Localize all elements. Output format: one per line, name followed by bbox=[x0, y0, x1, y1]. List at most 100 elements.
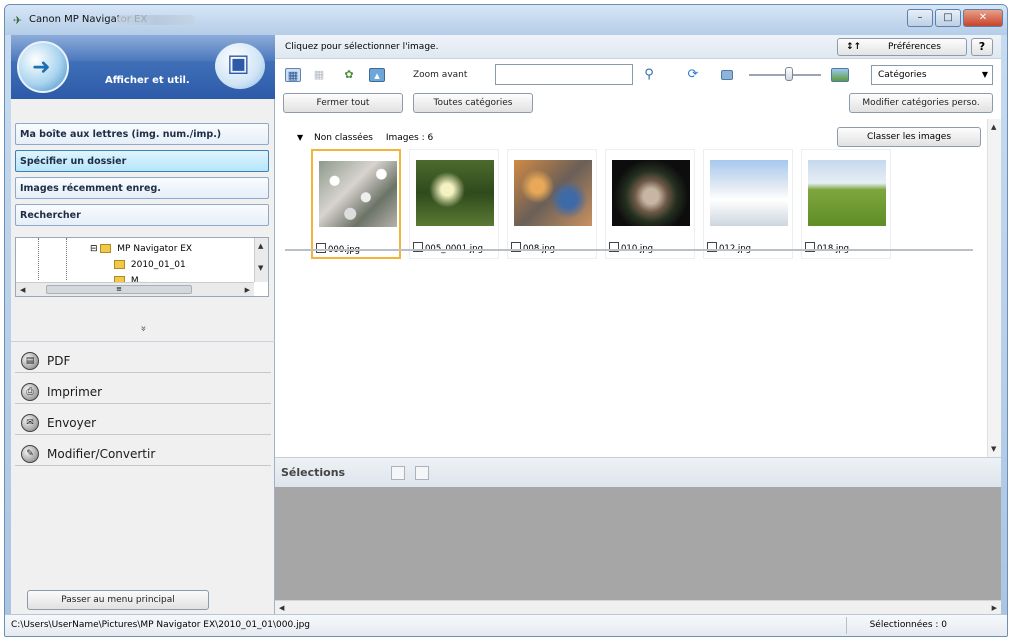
selections-label: Sélections bbox=[281, 466, 346, 479]
selections-area[interactable] bbox=[275, 487, 1001, 600]
scroll-up-icon[interactable]: ▲ bbox=[991, 123, 996, 131]
thumbnail-item[interactable]: 010.jpg bbox=[605, 149, 695, 259]
thumbnail-item[interactable]: 008.jpg bbox=[507, 149, 597, 259]
main-menu-button[interactable]: Passer au menu principal bbox=[27, 590, 209, 610]
thumbnail-vertical-scrollbar[interactable]: ▲ ▼ bbox=[987, 119, 1001, 457]
image-count: Images : 6 bbox=[385, 133, 434, 143]
thumbnail-image[interactable] bbox=[416, 160, 494, 226]
maximize-button[interactable]: □ bbox=[935, 9, 961, 27]
thumbnail-image[interactable] bbox=[319, 161, 397, 227]
search-input[interactable] bbox=[495, 64, 633, 85]
tree-node-child[interactable]: 2010_01_01 bbox=[114, 260, 186, 270]
monitor-icon: ▣ bbox=[215, 43, 265, 89]
action-print[interactable]: ⎙ Imprimer bbox=[15, 373, 271, 404]
select-checkbox[interactable] bbox=[316, 243, 326, 253]
tree-node-parent[interactable]: ⊟ MP Navigator EX bbox=[90, 244, 192, 254]
category-select[interactable]: Catégories ▼ bbox=[871, 65, 993, 85]
large-thumbnail-icon[interactable] bbox=[831, 68, 849, 82]
chevron-down-icon[interactable]: » bbox=[138, 325, 149, 331]
thumbnail-item[interactable]: 018.jpg bbox=[801, 149, 891, 259]
action-edit-convert[interactable]: ✎ Modifier/Convertir bbox=[15, 435, 271, 466]
right-panel: Cliquez pour sélectionner l'image. ↕↑ Pr… bbox=[275, 35, 1001, 614]
refresh-icon[interactable]: ⟳ bbox=[685, 68, 701, 82]
tree-horizontal-scrollbar[interactable]: ◀ ≡ ▶ bbox=[16, 282, 254, 296]
status-file-path: C:\Users\UserName\Pictures\MP Navigator … bbox=[11, 620, 310, 630]
thumbnail-image[interactable] bbox=[612, 160, 690, 226]
scroll-up-icon[interactable]: ▲ bbox=[258, 242, 263, 250]
thumbnail-image[interactable] bbox=[808, 160, 886, 226]
selections-horizontal-scrollbar[interactable]: ◀ ▶ bbox=[275, 600, 1001, 614]
zoom-label[interactable]: Zoom avant bbox=[413, 70, 467, 80]
chevron-down-icon[interactable]: ▼ bbox=[982, 70, 988, 79]
mode-title: Afficher et util. bbox=[105, 75, 190, 86]
selections-bar: Sélections bbox=[275, 457, 1001, 487]
slider-knob[interactable] bbox=[785, 67, 793, 81]
status-divider bbox=[846, 617, 847, 634]
scroll-down-icon[interactable]: ▼ bbox=[258, 264, 263, 272]
select-all-icon[interactable] bbox=[391, 466, 405, 480]
action-send[interactable]: ✉ Envoyer bbox=[15, 404, 271, 435]
preferences-icon: ↕↑ bbox=[846, 42, 862, 52]
scroll-right-icon[interactable]: ▶ bbox=[245, 286, 250, 294]
scroll-down-icon[interactable]: ▼ bbox=[991, 445, 996, 453]
thumbnail-item[interactable]: 000.jpg bbox=[311, 149, 401, 259]
nav-list: Ma boîte aux lettres (img. num./imp.) Sp… bbox=[15, 123, 269, 231]
pdf-icon: ▤ bbox=[21, 352, 39, 370]
minimize-button[interactable]: – bbox=[907, 9, 933, 27]
zoom-in-icon[interactable]: ▴ bbox=[369, 68, 385, 82]
detail-view-icon[interactable]: ▦ bbox=[311, 68, 327, 82]
nav-item-mailbox[interactable]: Ma boîte aux lettres (img. num./imp.) bbox=[15, 123, 269, 145]
status-bar: C:\Users\UserName\Pictures\MP Navigator … bbox=[5, 614, 1007, 636]
scroll-left-icon[interactable]: ◀ bbox=[20, 286, 25, 294]
instruction-text: Cliquez pour sélectionner l'image. bbox=[285, 42, 439, 52]
deselect-icon[interactable] bbox=[415, 466, 429, 480]
thumbnail-item[interactable]: 012.jpg bbox=[703, 149, 793, 259]
action-pdf[interactable]: ▤ PDF bbox=[15, 342, 271, 373]
tree-expander[interactable]: ⊟ bbox=[90, 244, 98, 254]
scroll-right-icon[interactable]: ▶ bbox=[992, 604, 997, 612]
preferences-button[interactable]: ↕↑ Préférences bbox=[837, 38, 967, 56]
nav-item-specify-folder[interactable]: Spécifier un dossier bbox=[15, 150, 269, 172]
action-label: Envoyer bbox=[47, 416, 97, 430]
title-bar[interactable]: ✈ Canon MP Navigator EX – □ ✕ bbox=[5, 5, 1007, 35]
scroll-left-icon[interactable]: ◀ bbox=[279, 604, 284, 612]
thumbnail-area: ▼ Non classées Images : 6 Classer les im… bbox=[275, 119, 1001, 457]
search-icon[interactable]: ⚲ bbox=[641, 68, 657, 82]
thumbnail-view-icon[interactable]: ▦ bbox=[285, 68, 301, 82]
thumbnail-item[interactable]: 005_0001.jpg bbox=[409, 149, 499, 259]
small-thumbnail-icon[interactable] bbox=[721, 70, 733, 80]
mode-header: ➜ Afficher et util. ▣ bbox=[11, 35, 275, 99]
close-all-button[interactable]: Fermer tout bbox=[283, 93, 403, 113]
collapse-toggle[interactable]: » bbox=[11, 323, 275, 334]
scroll-thumb[interactable]: ≡ bbox=[46, 285, 192, 294]
all-categories-button[interactable]: Toutes catégories bbox=[413, 93, 533, 113]
help-button[interactable]: ? bbox=[971, 38, 993, 56]
modify-categories-button[interactable]: Modifier catégories perso. bbox=[849, 93, 993, 113]
status-selected-count: Sélectionnées : 0 bbox=[869, 620, 947, 630]
thumbnail-image[interactable] bbox=[710, 160, 788, 226]
nav-item-recent-images[interactable]: Images récemment enreg. bbox=[15, 177, 269, 199]
navigator-mode-icon[interactable]: ➜ bbox=[17, 41, 69, 93]
category-button-row: Fermer tout Toutes catégories Modifier c… bbox=[275, 91, 1001, 119]
correct-image-icon[interactable]: ✿ bbox=[341, 68, 357, 82]
action-label: Modifier/Convertir bbox=[47, 447, 156, 461]
edit-icon: ✎ bbox=[21, 445, 39, 463]
category-name: Non classées bbox=[314, 133, 373, 143]
title-obscured-region bbox=[117, 15, 195, 25]
mail-icon: ✉ bbox=[21, 414, 39, 432]
tree-guide bbox=[66, 238, 67, 280]
action-label: PDF bbox=[47, 354, 71, 368]
category-group-header[interactable]: ▼ Non classées Images : 6 bbox=[297, 133, 433, 143]
sort-images-button[interactable]: Classer les images bbox=[837, 127, 981, 147]
thumbnail-image[interactable] bbox=[514, 160, 592, 226]
category-select-value: Catégories bbox=[878, 70, 927, 80]
folder-open-icon bbox=[114, 260, 125, 269]
close-button[interactable]: ✕ bbox=[963, 9, 1003, 27]
group-divider bbox=[285, 249, 973, 251]
collapse-triangle-icon[interactable]: ▼ bbox=[297, 133, 303, 142]
folder-tree[interactable]: ⊟ MP Navigator EX 2010_01_01 M... ▲ ▼ ◀ … bbox=[15, 237, 269, 297]
nav-item-search[interactable]: Rechercher bbox=[15, 204, 269, 226]
tree-vertical-scrollbar[interactable]: ▲ ▼ bbox=[254, 238, 268, 282]
tree-node-label: 2010_01_01 bbox=[130, 260, 186, 270]
print-icon: ⎙ bbox=[21, 383, 39, 401]
